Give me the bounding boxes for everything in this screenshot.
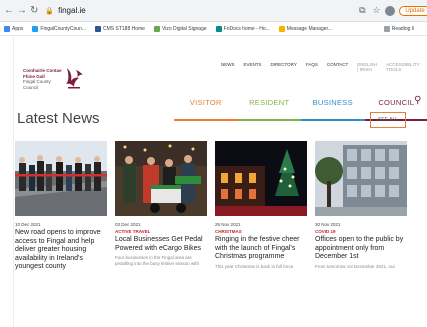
bookmark-apps[interactable]: Apps xyxy=(4,25,23,32)
link-accessibility[interactable]: ACCESSIBILITY TOOLS xyxy=(386,62,419,72)
see-all-button[interactable]: SEE ALL xyxy=(370,112,407,128)
nav-resident[interactable]: RESIDENT xyxy=(237,98,301,121)
link-contact[interactable]: CONTACT xyxy=(327,62,348,72)
vizo-icon xyxy=(153,25,160,32)
council-logo-text[interactable]: Comhairle Contae Fhine Gall Fingal Count… xyxy=(23,68,62,90)
back-icon[interactable]: ← xyxy=(4,4,14,18)
profile-avatar[interactable] xyxy=(385,5,396,16)
url-text: fingal.ie xyxy=(58,6,86,15)
fndocs-icon xyxy=(215,25,222,32)
bookmark-vizo[interactable]: Vizo Digital Signage xyxy=(153,25,207,32)
news-title[interactable]: Local Businesses Get Pedal Powered with … xyxy=(115,236,207,253)
nav-business[interactable]: BUSINESS xyxy=(301,98,365,121)
address-bar[interactable]: 🔒 fingal.ie xyxy=(45,3,357,18)
link-directory[interactable]: DIRECTORY xyxy=(271,62,297,72)
bookmark-fingalcounty[interactable]: FingalCountyCoun... xyxy=(32,25,86,32)
news-category[interactable]: ACTIVE TRAVEL xyxy=(115,229,207,234)
bookmarks-bar: Apps FingalCountyCoun... CMS ST188 Home … xyxy=(0,22,427,36)
forward-icon[interactable]: → xyxy=(17,4,27,18)
link-faqs[interactable]: FAQS xyxy=(306,62,318,72)
council-logo-icon[interactable] xyxy=(64,66,84,90)
reload-icon[interactable]: ↻ xyxy=(30,4,38,18)
news-date: 03 Dec 2021 xyxy=(115,222,141,227)
latest-news-heading: Latest News xyxy=(17,110,100,127)
news-card[interactable]: 03 Dec 2021 ACTIVE TRAVEL Local Business… xyxy=(115,141,207,272)
bookmark-message-manager[interactable]: Message Manager... xyxy=(278,25,332,32)
news-card[interactable]: 25 Nov 2021 CHRISTMAS Ringing in the fes… xyxy=(215,141,307,272)
browser-toolbar: ← → ↻ 🔒 fingal.ie ⧉ ☆ Update ⋮ xyxy=(0,0,427,22)
news-excerpt: Four businesses in the Fingal area are p… xyxy=(115,255,200,266)
news-image-offices[interactable] xyxy=(315,141,407,216)
news-category[interactable]: COVID 19 xyxy=(315,229,407,234)
share-icon[interactable]: ⧉ xyxy=(357,5,367,16)
news-image-christmas[interactable] xyxy=(215,141,307,216)
top-links: NEWS EVENTS DIRECTORY FAQS CONTACT ENGLI… xyxy=(221,62,427,72)
nav-visitor[interactable]: VISITOR xyxy=(174,98,238,121)
update-button[interactable]: Update xyxy=(399,5,427,16)
news-image-road-opening[interactable] xyxy=(15,141,107,216)
news-date: 30 Nov 2021 xyxy=(315,222,341,227)
search-icon[interactable]: ⚲ xyxy=(414,95,421,106)
news-title[interactable]: Offices open to the public by appointmen… xyxy=(315,236,407,262)
star-icon[interactable]: ☆ xyxy=(371,5,381,16)
news-card[interactable]: 10 Dec 2021 New road opens to improve ac… xyxy=(15,141,107,272)
news-excerpt: From tomorrow 1st December 2021, our xyxy=(315,263,396,269)
diamond-icon xyxy=(95,25,101,32)
news-title[interactable]: New road opens to improve access to Fing… xyxy=(15,229,107,272)
news-excerpt: This year Christmas is back in full forc… xyxy=(215,263,294,269)
news-card[interactable]: 30 Nov 2021 COVID 19 Offices open to the… xyxy=(315,141,407,272)
reading-list[interactable]: Reading li xyxy=(383,25,414,32)
link-events[interactable]: EVENTS xyxy=(244,62,262,72)
site-header: Comhairle Contae Fhine Gall Fingal Count… xyxy=(14,36,427,121)
news-date: 10 Dec 2021 xyxy=(15,222,41,227)
reading-list-icon xyxy=(383,25,390,32)
link-language[interactable]: ENGLISH | IRISH xyxy=(357,62,377,72)
bookmark-cms[interactable]: CMS ST188 Home xyxy=(95,25,145,32)
message-icon xyxy=(278,25,285,32)
twitter-icon xyxy=(32,25,39,32)
apps-icon xyxy=(4,25,10,32)
news-cards: 10 Dec 2021 New road opens to improve ac… xyxy=(15,141,415,272)
news-title[interactable]: Ringing in the festive cheer with the la… xyxy=(215,236,307,262)
lock-icon: 🔒 xyxy=(45,7,55,15)
link-news[interactable]: NEWS xyxy=(221,62,235,72)
news-date: 25 Nov 2021 xyxy=(215,222,241,227)
news-category[interactable]: CHRISTMAS xyxy=(215,229,307,234)
bookmark-fndocs[interactable]: FnDocs home - Ho... xyxy=(215,25,270,32)
news-image-cargo-bikes[interactable] xyxy=(115,141,207,216)
